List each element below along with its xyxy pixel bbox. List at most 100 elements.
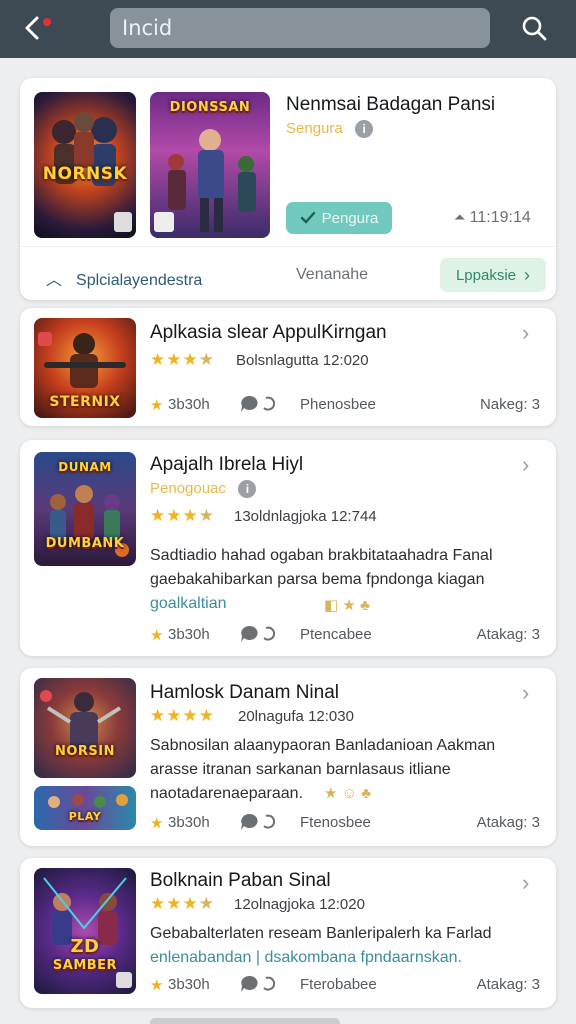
install-button[interactable]: Pengura bbox=[286, 202, 392, 234]
chevron-right-icon[interactable]: › bbox=[522, 320, 538, 345]
install-label: Pengura bbox=[321, 209, 379, 227]
thumbnail-title: STERNIX bbox=[49, 394, 121, 410]
star-icon: ★ bbox=[150, 815, 164, 832]
app-date: Bolsnlagutta 12:020 bbox=[236, 352, 369, 369]
thumbnail-banner: DUNAM bbox=[58, 460, 112, 474]
app-date: 13oldnlagjoka 12:744 bbox=[234, 508, 377, 525]
tab-open-label: Lppaksie bbox=[455, 266, 517, 284]
rating-stars: ★★★★ bbox=[150, 706, 215, 725]
app-thumbnail[interactable]: ZD SAMBER bbox=[34, 868, 136, 994]
rating-stars: ★★★★ bbox=[150, 894, 215, 913]
app-thumbnail-secondary[interactable]: PLAY bbox=[34, 786, 136, 830]
tab-special[interactable]: ︿ Splcialayendestra bbox=[46, 266, 202, 290]
app-footer: ★ 3b30h Ftenosbee Atakag: 3 bbox=[150, 812, 540, 836]
footer-middle-label: Phenosbee bbox=[300, 396, 376, 413]
footer-right-label: Atakag: 3 bbox=[476, 976, 540, 993]
app-description-line: naotadarenaeparaan. bbox=[150, 785, 304, 802]
comment-icon[interactable] bbox=[240, 974, 280, 998]
app-list-item[interactable]: STERNIX Aplkasia slear AppulKirngan ★★★★… bbox=[20, 308, 556, 426]
featured-thumbnail-2[interactable]: DIONSSAN bbox=[150, 92, 270, 238]
footer-right-label: Nakeg: 3 bbox=[479, 396, 540, 413]
featured-app-card[interactable]: NORNSK DIONSSAN Nenmsai Badagan Pansi Se… bbox=[20, 78, 556, 300]
featured-time-text: 11:19:14 bbox=[469, 209, 531, 226]
rating-stars: ★★★★ bbox=[150, 506, 215, 525]
app-footer: ★ 3b30h Phenosbee Nakeg: 3 bbox=[150, 394, 540, 418]
featured-title: Nenmsai Badagan Pansi bbox=[286, 94, 496, 115]
featured-thumbnail-1[interactable]: NORNSK bbox=[34, 92, 136, 238]
app-description-line: Gebabalterlaten reseam Banleripalerh ka … bbox=[150, 925, 492, 942]
star-icon: ★ bbox=[150, 397, 164, 414]
search-button[interactable] bbox=[514, 9, 554, 47]
app-list-item[interactable]: DUNAM DUMBANK Apajalh Ibrela Hiyl Penogo… bbox=[20, 440, 556, 656]
search-input[interactable]: Incid bbox=[110, 8, 490, 48]
search-icon bbox=[522, 16, 547, 41]
thumbnail-title: NORNSK bbox=[42, 164, 128, 184]
checkmark-icon bbox=[300, 211, 315, 224]
app-thumbnail[interactable]: NORSIN bbox=[34, 678, 136, 778]
divider bbox=[20, 246, 556, 247]
app-footer: ★ 3b30h Fterobabee Atakag: 3 bbox=[150, 974, 540, 998]
featured-subtitle: Sengura bbox=[286, 120, 343, 138]
game-art-icon bbox=[40, 690, 122, 752]
thumbnail-title: SAMBER bbox=[52, 958, 118, 973]
notification-dot bbox=[43, 18, 51, 26]
comment-icon[interactable] bbox=[240, 812, 280, 836]
star-icon: ★ bbox=[150, 977, 164, 994]
next-card-peek bbox=[150, 1018, 340, 1024]
app-title: Bolknain Paban Sinal bbox=[150, 870, 331, 891]
thumbnail-title: NORSIN bbox=[54, 744, 116, 759]
tab-special-label: Splcialayendestra bbox=[76, 272, 203, 289]
star-icon: ★ bbox=[150, 627, 164, 644]
app-list-item[interactable]: NORSIN PLAY Hamlosk Danam Ninal ★★★★ 20l… bbox=[20, 668, 556, 846]
app-thumbnail[interactable]: STERNIX bbox=[34, 318, 136, 418]
footer-right-label: Atakag: 3 bbox=[476, 626, 540, 643]
footer-middle-label: Ptencabee bbox=[300, 626, 372, 643]
featured-time: ⏶ 11:19:14 bbox=[454, 209, 531, 227]
chevron-right-icon[interactable]: › bbox=[522, 452, 538, 477]
top-app-bar: Incid bbox=[0, 0, 576, 58]
thumbnail-title: PLAY bbox=[68, 810, 102, 823]
footer-middle-label: Fterobabee bbox=[300, 976, 377, 993]
footer-stars-label: 3b30h bbox=[168, 626, 210, 643]
emoji-icons: ★ ☺ ♣ bbox=[324, 785, 371, 802]
comment-icon[interactable] bbox=[240, 394, 280, 418]
app-thumbnail[interactable]: DUNAM DUMBANK bbox=[34, 452, 136, 566]
chevron-left-icon bbox=[25, 16, 39, 40]
emoji-icons: ◧ ★ ♣ bbox=[324, 597, 370, 614]
info-icon[interactable]: i bbox=[355, 120, 374, 138]
app-title: Aplkasia slear AppulKirngan bbox=[150, 322, 387, 343]
chevron-up-icon: ︿ bbox=[46, 272, 63, 289]
back-button[interactable] bbox=[12, 10, 52, 46]
chevron-right-icon[interactable]: › bbox=[522, 870, 538, 895]
app-footer: ★ 3b30h Ptencabee Atakag: 3 bbox=[150, 624, 540, 648]
info-icon[interactable]: i bbox=[238, 480, 257, 498]
app-title: Hamlosk Danam Ninal bbox=[150, 682, 340, 703]
chevron-right-icon[interactable]: › bbox=[522, 680, 538, 705]
tab-open-button[interactable]: Lppaksie › bbox=[440, 258, 546, 292]
app-description-line: arasse itranan sarkanan barnlasaus itlia… bbox=[150, 761, 451, 778]
chevron-right-icon: › bbox=[524, 264, 531, 285]
footer-stars-label: 3b30h bbox=[168, 976, 210, 993]
thumbnail-title: DUMBANK bbox=[45, 536, 125, 551]
app-list-item[interactable]: ZD SAMBER Bolknain Paban Sinal ★★★★ 12ol… bbox=[20, 858, 556, 1008]
footer-middle-label: Ftenosbee bbox=[300, 814, 371, 831]
tab-details[interactable]: Venanahe bbox=[296, 266, 368, 284]
game-art-icon bbox=[43, 877, 132, 988]
app-description-line: Sadtiadio hahad ogaban brakbitataahadra … bbox=[150, 547, 493, 564]
game-art-icon bbox=[48, 794, 128, 808]
app-description-line: gaebakahibarkan parsa bema fpndonga kiag… bbox=[150, 571, 485, 588]
app-subtitle: Penogouac bbox=[150, 480, 226, 498]
thumbnail-banner: ZD bbox=[70, 936, 100, 957]
rating-stars: ★★★★ bbox=[150, 350, 215, 369]
app-description-line: enlenabandan | dsakombana fpndaarnskan. bbox=[150, 949, 462, 966]
app-subtitle-row: Penogouac i bbox=[150, 480, 257, 502]
footer-stars-label: 3b30h bbox=[168, 396, 210, 413]
comment-icon[interactable] bbox=[240, 624, 280, 648]
thumbnail-title: DIONSSAN bbox=[169, 100, 251, 115]
featured-subtitle-row: Sengura i bbox=[286, 120, 374, 142]
app-date: 12olnagjoka 12:020 bbox=[234, 896, 365, 913]
clock-icon: ⏶ bbox=[454, 209, 466, 225]
footer-stars-label: 3b30h bbox=[168, 814, 210, 831]
app-title: Apajalh Ibrela Hiyl bbox=[150, 454, 304, 475]
app-description-line: Sabnosilan alaanypaoran Banladanioan Aak… bbox=[150, 737, 496, 754]
